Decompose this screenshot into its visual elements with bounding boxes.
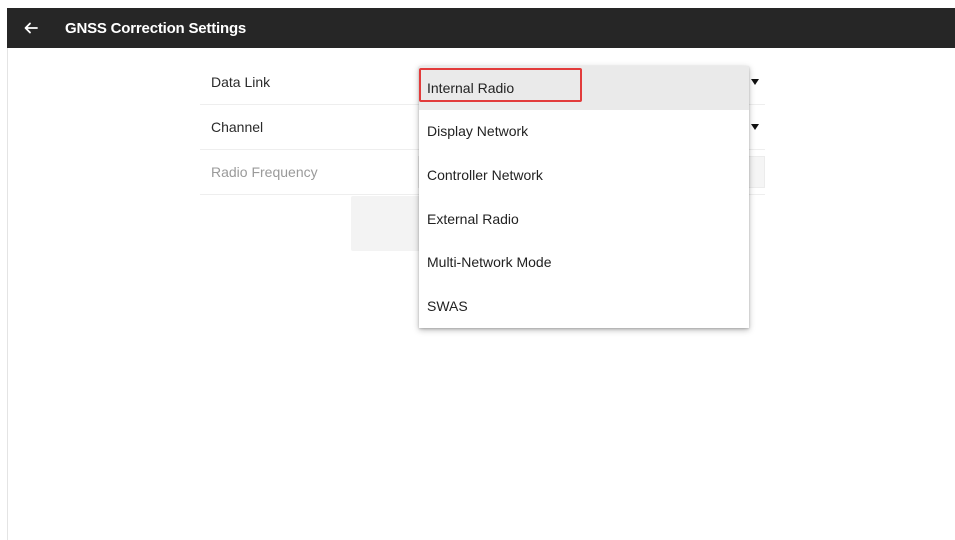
app-bar: GNSS Correction Settings [7,8,955,48]
menu-item-label: Internal Radio [427,79,515,96]
menu-item-external-radio[interactable]: External Radio [419,197,749,241]
dropdown-arrow-icon [751,79,759,85]
menu-item-label: Display Network [427,123,529,140]
back-button[interactable] [7,8,55,48]
data-link-dropdown-menu: Internal Radio Display Network Controlle… [419,66,749,328]
radio-frequency-label: Radio Frequency [211,164,318,180]
menu-item-controller-network[interactable]: Controller Network [419,153,749,197]
menu-item-internal-radio[interactable]: Internal Radio [419,66,749,110]
screen: GNSS Correction Settings Data Link Chann… [0,0,955,540]
menu-item-label: Controller Network [427,166,543,183]
left-divider [7,48,8,540]
page-title: GNSS Correction Settings [65,19,247,37]
data-link-label: Data Link [211,74,271,90]
menu-item-label: Multi-Network Mode [427,254,552,271]
menu-item-label: SWAS [427,297,468,314]
dropdown-arrow-icon [751,124,759,130]
menu-item-display-network[interactable]: Display Network [419,110,749,154]
channel-label: Channel [211,119,264,135]
menu-item-swas[interactable]: SWAS [419,284,749,328]
menu-item-multi-network-mode[interactable]: Multi-Network Mode [419,240,749,284]
arrow-left-icon [24,22,38,34]
menu-item-label: External Radio [427,210,519,227]
